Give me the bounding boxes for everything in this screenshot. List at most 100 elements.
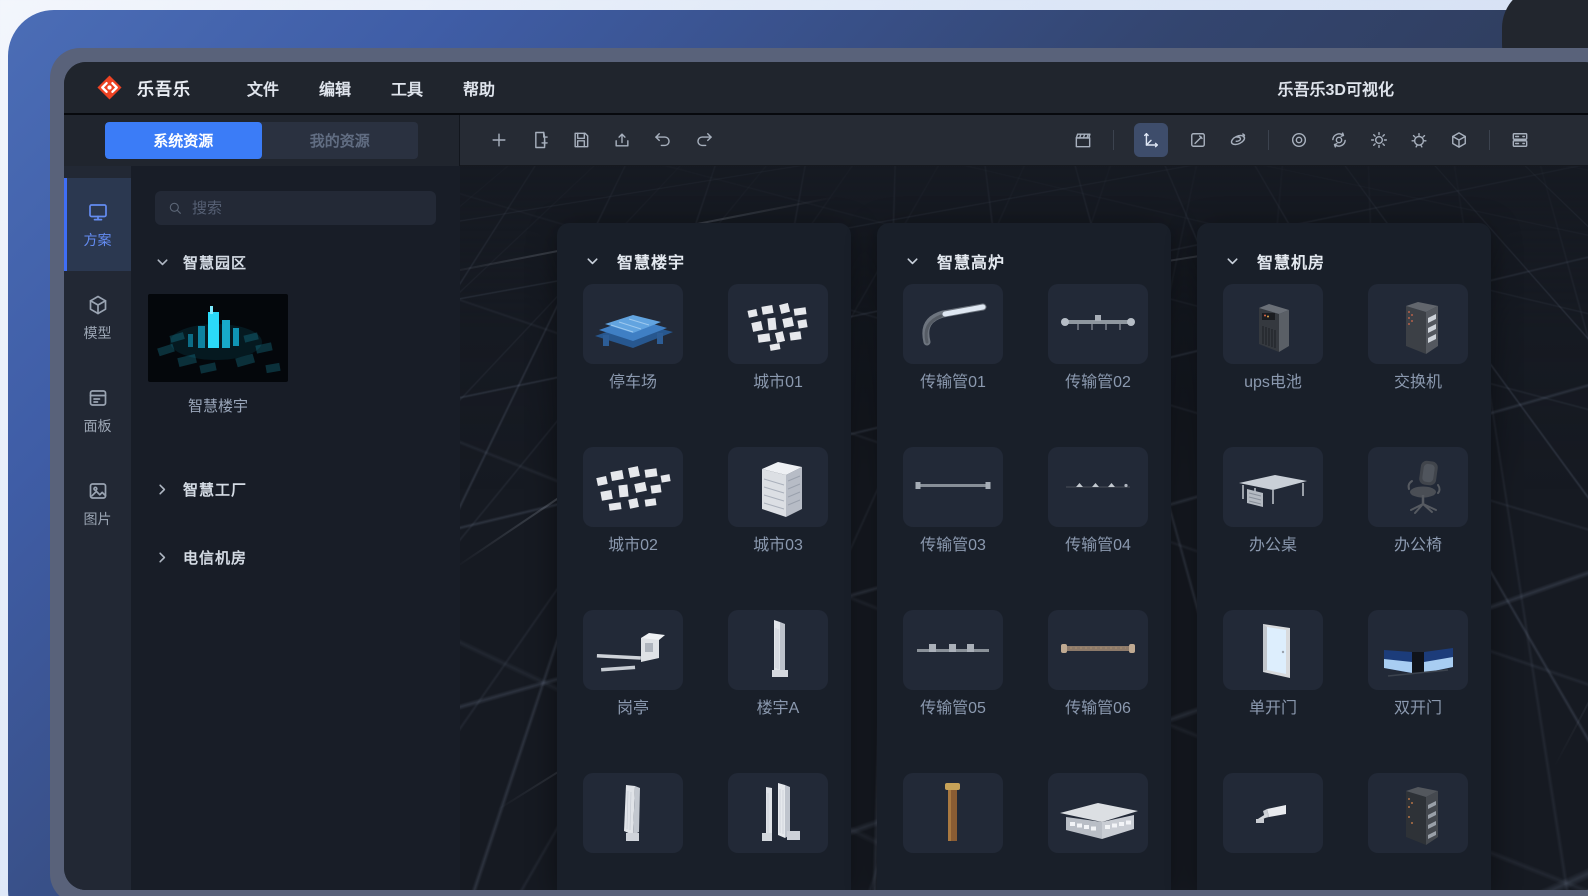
add-icon[interactable] bbox=[489, 130, 509, 150]
move-axes-selected-toggle[interactable] bbox=[1134, 123, 1168, 157]
model-item-岗亭: 岗亭 bbox=[583, 610, 683, 773]
model-label: ups电池 bbox=[1244, 373, 1302, 393]
model-thumbnail-booth[interactable] bbox=[583, 610, 683, 690]
model-panel-智慧高炉: 智慧高炉 传输管01 传输管02 传输管03 传输管04 传输管05 传输管06 bbox=[877, 223, 1171, 890]
model-cube-icon[interactable] bbox=[1449, 130, 1469, 150]
menu-item-工具[interactable]: 工具 bbox=[391, 76, 423, 100]
resource-tab-group: 系统资源我的资源 bbox=[105, 122, 418, 159]
model-thumbnail-pipeRust[interactable] bbox=[903, 773, 1003, 853]
model-thumbnail-rack[interactable] bbox=[1368, 284, 1468, 364]
tree-node-telecom-room[interactable]: 电信机房 bbox=[155, 547, 436, 568]
model-thumbnail-city02[interactable] bbox=[583, 447, 683, 527]
model-thumbnail-parking[interactable] bbox=[583, 284, 683, 364]
new-file-icon[interactable] bbox=[530, 130, 550, 150]
panel-header-智慧楼宇[interactable]: 智慧楼宇 bbox=[557, 223, 851, 273]
canvas-3d-viewport[interactable]: 智慧楼宇 停车场 城市01 城市02 城市03 岗亭 楼宇A 智慧高炉 传输管0… bbox=[460, 166, 1588, 890]
tree-node-smart-factory[interactable]: 智慧工厂 bbox=[155, 479, 436, 500]
move-axes-icon[interactable] bbox=[1141, 130, 1161, 150]
rotate-3d-icon[interactable] bbox=[1228, 130, 1248, 150]
chevron-right-icon bbox=[155, 550, 170, 565]
menu-item-编辑[interactable]: 编辑 bbox=[319, 76, 351, 100]
model-thumbnail-shed[interactable] bbox=[1048, 773, 1148, 853]
redo-icon[interactable] bbox=[694, 130, 714, 150]
sidebar-item-模型[interactable]: 模型 bbox=[64, 271, 131, 364]
upload-icon[interactable] bbox=[612, 130, 632, 150]
scene-preview-smart-building[interactable] bbox=[148, 294, 288, 382]
panel-model-grid: ups电池 交换机 办公桌 办公椅 单开门 双开门 bbox=[1197, 273, 1491, 890]
model-thumbnail-pipe04[interactable] bbox=[1048, 447, 1148, 527]
sidebar-item-面板[interactable]: 面板 bbox=[64, 364, 131, 457]
search-input[interactable] bbox=[192, 200, 424, 217]
undo-icon[interactable] bbox=[653, 130, 673, 150]
model-thumbnail-camera[interactable] bbox=[1223, 773, 1323, 853]
model-item-传输管02: 传输管02 bbox=[1048, 284, 1148, 447]
chevron-right-icon bbox=[155, 482, 170, 497]
model-thumbnail-pipe05[interactable] bbox=[903, 610, 1003, 690]
sidebar-item-方案[interactable]: 方案 bbox=[64, 178, 131, 271]
menu-item-帮助[interactable]: 帮助 bbox=[463, 76, 495, 100]
resource-tabs-header: 系统资源我的资源 bbox=[64, 115, 460, 166]
tab-我的资源[interactable]: 我的资源 bbox=[262, 122, 419, 159]
model-thumbnail-pipe06[interactable] bbox=[1048, 610, 1148, 690]
model-thumbnail-door1[interactable] bbox=[1223, 610, 1323, 690]
model-thumbnail-pipe01[interactable] bbox=[903, 284, 1003, 364]
light-icon[interactable] bbox=[1369, 130, 1389, 150]
model-thumbnail-chair[interactable] bbox=[1368, 447, 1468, 527]
sidebar-item-图片[interactable]: 图片 bbox=[64, 457, 131, 550]
layers-panel-icon[interactable] bbox=[1510, 130, 1530, 150]
edit-plane-icon[interactable] bbox=[1188, 130, 1208, 150]
save-icon[interactable] bbox=[571, 130, 591, 150]
model-cube-icon bbox=[86, 293, 110, 317]
canvas-toolbar bbox=[460, 115, 1588, 166]
toolbar-divider bbox=[1113, 130, 1114, 150]
model-label: 双开门 bbox=[1394, 699, 1442, 719]
model-label: 传输管05 bbox=[920, 699, 986, 719]
model-item-单开门: 单开门 bbox=[1223, 610, 1323, 773]
search-box[interactable] bbox=[155, 191, 436, 225]
model-label: 交换机 bbox=[1394, 373, 1442, 393]
tree-node-label: 电信机房 bbox=[183, 547, 247, 568]
tree-node-smart-park[interactable]: 智慧园区 bbox=[155, 252, 436, 273]
panel-header-智慧高炉[interactable]: 智慧高炉 bbox=[877, 223, 1171, 273]
app-window: 乐吾乐 文件编辑工具帮助 乐吾乐3D可视化 系统资源我的资源 方案模型面板图片 … bbox=[64, 62, 1588, 890]
menu-item-文件[interactable]: 文件 bbox=[247, 76, 279, 100]
sidebar-rail: 方案模型面板图片 bbox=[64, 166, 131, 890]
model-label: 办公椅 bbox=[1394, 536, 1442, 556]
model-thumbnail-towerA[interactable] bbox=[728, 610, 828, 690]
panel-model-grid: 停车场 城市01 城市02 城市03 岗亭 楼宇A bbox=[557, 273, 851, 890]
model-thumbnail-pipe03[interactable] bbox=[903, 447, 1003, 527]
model-item-城市01: 城市01 bbox=[728, 284, 828, 447]
focus-view-icon[interactable] bbox=[1289, 130, 1309, 150]
toolbar-left-group bbox=[460, 130, 714, 150]
model-thumbnail-towerB[interactable] bbox=[583, 773, 683, 853]
model-thumbnail-rack2[interactable] bbox=[1368, 773, 1468, 853]
panel-icon bbox=[86, 386, 110, 410]
model-item-城市03: 城市03 bbox=[728, 447, 828, 610]
model-thumbnail-pipe02[interactable] bbox=[1048, 284, 1148, 364]
resource-explorer: 智慧园区 智慧楼宇 智慧工厂 电信机房 bbox=[131, 166, 460, 890]
model-thumbnail-city01[interactable] bbox=[728, 284, 828, 364]
tab-系统资源[interactable]: 系统资源 bbox=[105, 122, 262, 159]
model-thumbnail-door2[interactable] bbox=[1368, 610, 1468, 690]
model-thumbnail-ups[interactable] bbox=[1223, 284, 1323, 364]
model-item-楼宇A: 楼宇A bbox=[728, 610, 828, 773]
animation-icon[interactable] bbox=[1073, 130, 1093, 150]
sidebar-item-label: 面板 bbox=[84, 416, 112, 436]
model-label: 传输管01 bbox=[920, 373, 986, 393]
model-label: 停车场 bbox=[609, 373, 657, 393]
model-item-shed bbox=[1048, 773, 1148, 890]
model-thumbnail-towerC[interactable] bbox=[728, 773, 828, 853]
panel-title: 智慧高炉 bbox=[937, 249, 1005, 273]
panel-header-智慧机房[interactable]: 智慧机房 bbox=[1197, 223, 1491, 273]
model-label: 城市01 bbox=[753, 373, 803, 393]
menubar: 乐吾乐 文件编辑工具帮助 乐吾乐3D可视化 bbox=[64, 62, 1588, 115]
model-item-传输管05: 传输管05 bbox=[903, 610, 1003, 773]
orbit-view-icon[interactable] bbox=[1329, 130, 1349, 150]
model-item-交换机: 交换机 bbox=[1368, 284, 1468, 447]
model-item-传输管06: 传输管06 bbox=[1048, 610, 1148, 773]
model-thumbnail-desk[interactable] bbox=[1223, 447, 1323, 527]
model-thumbnail-city03[interactable] bbox=[728, 447, 828, 527]
monitor-icon bbox=[86, 200, 110, 224]
brand-name: 乐吾乐 bbox=[137, 75, 191, 100]
ambient-light-icon[interactable] bbox=[1409, 130, 1429, 150]
